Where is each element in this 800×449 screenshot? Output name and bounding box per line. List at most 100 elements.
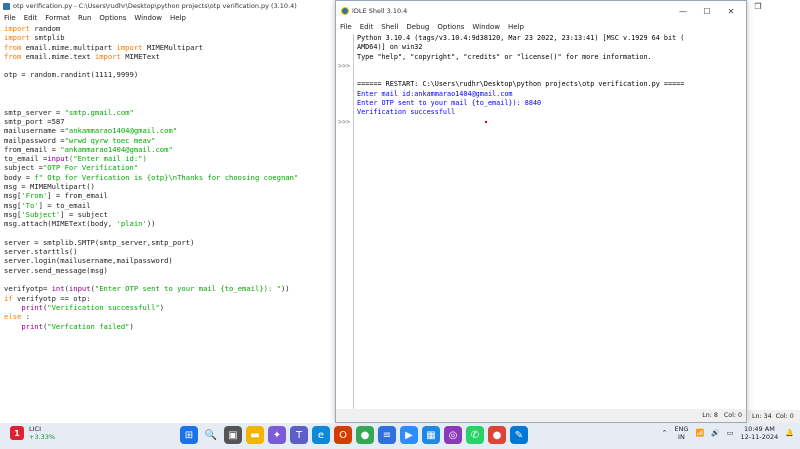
menu-edit[interactable]: Edit (24, 14, 38, 22)
code-line: else : (4, 312, 334, 321)
copilot-icon[interactable]: ✦ (268, 426, 286, 444)
code-token: import (116, 42, 147, 52)
battery-icon[interactable]: ▭ (727, 429, 734, 437)
shell-output-line: AMD64)] on win32 (357, 43, 423, 52)
shell-output-line: Python 3.10.4 (tags/v3.10.4:9d38120, Mar… (357, 34, 685, 42)
notification-bell-icon[interactable]: 🔔 (785, 429, 794, 437)
shell-prompt (338, 43, 353, 52)
code-token: print (21, 321, 43, 331)
code-token: server.send_message(msg) (4, 265, 108, 275)
code-token: 'To' (21, 200, 39, 210)
code-token: verifyotp == otp: (16, 293, 91, 303)
code-token: MIMEText (125, 51, 160, 61)
code-line: import random (4, 24, 334, 33)
code-token: "Verfcation failed" (47, 321, 130, 331)
code-token: from_email = (4, 144, 61, 154)
office-icon[interactable]: O (334, 426, 352, 444)
chrome-profile-icon[interactable]: ● (488, 426, 506, 444)
menu-help[interactable]: Help (170, 14, 186, 22)
minimize-icon[interactable]: — (672, 4, 694, 18)
chrome-icon[interactable]: ● (356, 426, 374, 444)
shell-output[interactable]: Python 3.10.4 (tags/v3.10.4:9d38120, Mar… (357, 34, 745, 410)
code-token: email.mime.text (25, 51, 95, 61)
shell-menu-shell[interactable]: Shell (381, 23, 398, 31)
language-indicator[interactable]: ENG IN (674, 425, 688, 441)
menu-format[interactable]: Format (45, 14, 70, 22)
shell-prompt (338, 71, 353, 80)
clock-time: 10:49 AM (743, 425, 775, 433)
code-token: f" Otp for Verfication is {otp}\nThanks … (34, 172, 299, 182)
code-line: mailpassword ="wrwd qyrw toec meav" (4, 136, 334, 145)
code-line: mailusername ="ankammarao1404@gmail.com" (4, 126, 334, 135)
edge-icon[interactable]: e (312, 426, 330, 444)
volume-icon[interactable]: 🔊 (711, 429, 720, 437)
notepad-icon[interactable]: ≡ (378, 426, 396, 444)
code-token: ("Enter mail id:") (68, 154, 147, 164)
whatsapp-icon[interactable]: ✆ (466, 426, 484, 444)
zoom-icon[interactable]: ▶ (400, 426, 418, 444)
code-token: msg = MIMEMultipart() (4, 182, 95, 192)
code-token: 'From' (21, 191, 48, 201)
code-line: import smtplib (4, 33, 334, 42)
shell-prompt-gutter: >>> >>> (336, 34, 354, 410)
shell-prompt (338, 90, 353, 99)
teams-icon[interactable]: T (290, 426, 308, 444)
shell-prompt: >>> (338, 61, 351, 70)
stock-widget[interactable]: 1 LICI +3.33% (10, 425, 55, 441)
menu-file[interactable]: File (4, 14, 16, 22)
clock-date: 12-11-2024 (740, 433, 779, 441)
shell-output-line: ====== RESTART: C:\Users\rudhr\Desktop\p… (357, 80, 685, 89)
idle-icon[interactable]: ◎ (444, 426, 462, 444)
menu-options[interactable]: Options (99, 14, 126, 22)
code-token: if (4, 293, 17, 303)
shell-titlebar[interactable]: IDLE Shell 3.10.4 — ☐ ✕ (336, 1, 746, 21)
code-token: "wrwd qyrw toec meav" (64, 135, 156, 145)
clock[interactable]: 10:49 AM 12-11-2024 (741, 425, 779, 441)
code-token: import (4, 24, 35, 33)
windows-start-icon[interactable]: ⊞ (180, 426, 198, 444)
shell-menu-options[interactable]: Options (437, 23, 464, 31)
code-token: smtp_port =587 (4, 116, 65, 126)
close-icon[interactable]: ✕ (720, 4, 742, 18)
python-idle-icon (341, 7, 349, 15)
chevron-up-icon[interactable]: ⌃ (662, 429, 668, 437)
code-line: body = f" Otp for Verfication is {otp}\n… (4, 173, 334, 182)
maximize-icon[interactable]: ☐ (696, 4, 718, 18)
search-icon[interactable]: 🔍 (202, 426, 220, 444)
code-line: if verifyotp == otp: (4, 294, 334, 303)
code-line: otp = random.randint(1111,9999) (4, 70, 334, 79)
code-token: "ankammarao1404@gmail.com" (64, 126, 178, 136)
wifi-icon[interactable]: 📶 (695, 429, 704, 437)
code-token: otp = random.randint(1111,9999) (4, 70, 139, 80)
shell-prompt (338, 108, 353, 117)
code-token: 'Subject' (21, 209, 61, 219)
code-token: MIMEMultipart (146, 42, 204, 52)
shell-title: IDLE Shell 3.10.4 (352, 7, 408, 15)
shell-menu-help[interactable]: Help (508, 23, 524, 31)
code-line: server.send_message(msg) (4, 266, 334, 275)
shell-menu-window[interactable]: Window (472, 23, 500, 31)
restore-icon[interactable]: ❐ (747, 0, 769, 12)
menu-window[interactable]: Window (134, 14, 162, 22)
code-line: server.starttls() (4, 247, 334, 256)
language-code: ENG (674, 425, 689, 433)
store-icon[interactable]: ▦ (422, 426, 440, 444)
shell-menu-edit[interactable]: Edit (360, 23, 374, 31)
code-token: ] = from_email (47, 191, 108, 201)
code-line: smtp_server = "smtp.gmail.com" (4, 108, 334, 117)
shell-menu-file[interactable]: File (340, 23, 352, 31)
menu-run[interactable]: Run (78, 14, 91, 22)
paint-icon[interactable]: ✎ (510, 426, 528, 444)
code-editor[interactable]: import random import smtplib from email.mi… (0, 24, 334, 410)
task-view-icon[interactable]: ▣ (224, 426, 242, 444)
code-line: msg['From'] = from_email (4, 191, 334, 200)
shell-menu-debug[interactable]: Debug (406, 23, 429, 31)
file-explorer-icon[interactable]: ▬ (246, 426, 264, 444)
code-token: ) (159, 302, 165, 312)
code-token: ) (129, 321, 134, 331)
code-token: ] = subject (60, 209, 108, 219)
